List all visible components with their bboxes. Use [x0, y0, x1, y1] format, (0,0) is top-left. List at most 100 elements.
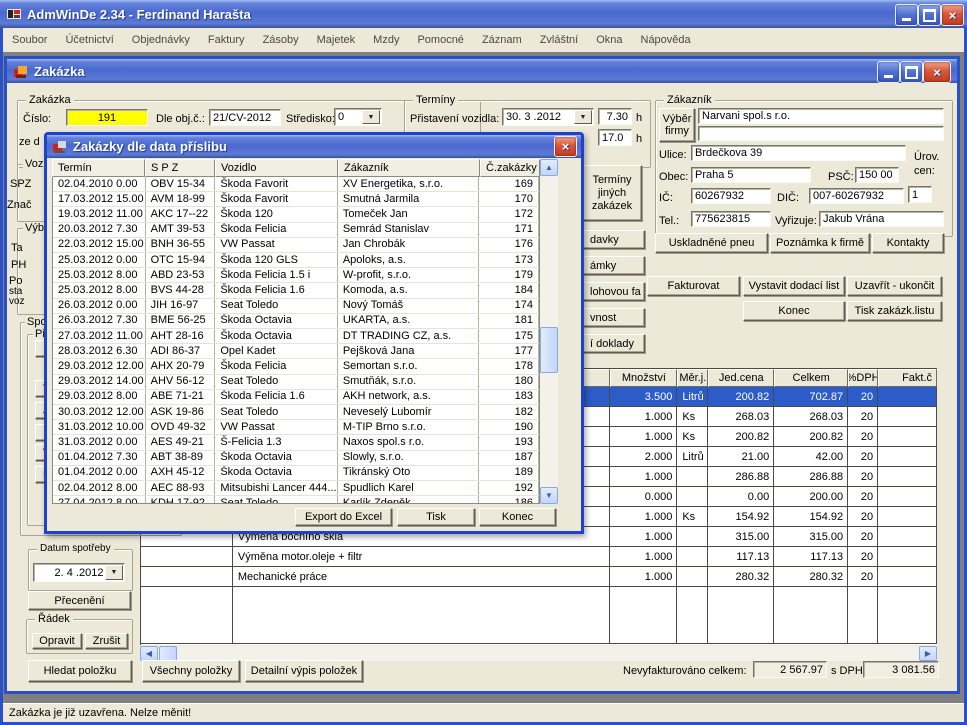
items-column-header[interactable]: Celkem [774, 369, 848, 387]
scroll-left-icon[interactable]: ◀ [140, 646, 158, 661]
child-maximize-button[interactable] [900, 61, 923, 83]
vyrizuje-field[interactable]: Jakub Vrána [819, 211, 944, 227]
maximize-button[interactable] [918, 4, 941, 26]
menu-item[interactable]: Majetek [308, 34, 365, 46]
menu-item[interactable]: Nápověda [632, 34, 700, 46]
items-column-header[interactable]: Fakt.č [878, 369, 937, 387]
dialog-table-row[interactable]: 02.04.2012 8.00AEC 88-93Mitsubishi Lance… [53, 481, 539, 496]
dialog-table-row[interactable]: 28.03.2012 6.30ADI 86-37Opel KadetPejško… [53, 344, 539, 359]
menu-item[interactable]: Účetnictví [56, 34, 122, 46]
poznamka-k-firme-button[interactable]: Poznámka k firmě [770, 233, 870, 253]
dialog-table-row[interactable]: 22.03.2012 15.00BNH 36-55VW PassatJan Ch… [53, 238, 539, 253]
time2-field[interactable]: 17.0 [598, 129, 632, 146]
dialog-table-row[interactable]: 29.03.2012 14.00AHV 56-12Seat ToledoSmut… [53, 375, 539, 390]
dialog-table-row[interactable]: 29.03.2012 8.00ABE 71-21Škoda Felicia 1.… [53, 390, 539, 405]
dialog-table-row[interactable]: 31.03.2012 10.00OVD 49-32VW PassatM-TIP … [53, 420, 539, 435]
dialog-column-header[interactable]: S P Z [145, 159, 215, 177]
stredisko-combo[interactable]: 0 ▼ [334, 108, 382, 126]
customer-name2-field[interactable] [698, 126, 944, 141]
cislo-field[interactable]: 191 [66, 109, 148, 126]
menu-item[interactable]: Soubor [3, 34, 56, 46]
items-column-header[interactable]: Jed.cena [708, 369, 774, 387]
dialog-table-row[interactable]: 01.04.2012 7.30ABT 38-89Škoda OctaviaSlo… [53, 451, 539, 466]
dialog-column-header[interactable]: Zákazník [338, 159, 480, 177]
kontakty-button[interactable]: Kontakty [872, 233, 944, 253]
chevron-down-icon[interactable]: ▼ [105, 565, 123, 580]
obec-field[interactable]: Praha 5 [691, 167, 811, 183]
chevron-down-icon[interactable]: ▼ [362, 110, 380, 124]
preceneni-button[interactable]: Přecenění [28, 591, 131, 610]
detailni-vypis-button[interactable]: Detailní výpis položek [245, 660, 363, 682]
dic-field[interactable]: 007-60267932 [809, 188, 904, 204]
urov-cen-field[interactable]: 1 [908, 186, 932, 203]
hscroll-thumb[interactable] [159, 646, 177, 661]
dialog-column-header[interactable]: Č.zakázky [480, 159, 540, 177]
ic-field[interactable]: 60267932 [691, 188, 771, 204]
uskladnene-pneu-button[interactable]: Uskladněné pneu [655, 233, 768, 253]
scroll-down-icon[interactable]: ▼ [540, 487, 558, 504]
terminy-jinych-zakazek-button[interactable]: Termíny jiných zakázek [582, 165, 642, 221]
scroll-right-icon[interactable]: ▶ [919, 646, 937, 661]
dialog-table-row[interactable]: 01.04.2012 0.00AXH 45-12Škoda OctaviaTik… [53, 466, 539, 481]
close-button[interactable]: × [941, 4, 964, 26]
dialog-table-row[interactable]: 31.03.2012 0.00AES 49-21Š-Felicia 1.3Nax… [53, 435, 539, 450]
dialog-tisk-button[interactable]: Tisk [397, 508, 475, 526]
fakturovat-button[interactable]: Fakturovat [647, 276, 740, 296]
opravit-button[interactable]: Opravit [32, 633, 82, 649]
dialog-table-row[interactable]: 25.03.2012 8.00ABD 23-53Škoda Felicia 1.… [53, 268, 539, 283]
dialog-column-header[interactable]: Vozidlo [215, 159, 338, 177]
ulice-field[interactable]: Brdečkova 39 [691, 145, 906, 161]
dle-obj-field[interactable]: 21/CV-2012 [209, 109, 281, 126]
items-hscrollbar[interactable]: ◀ ▶ [140, 646, 937, 661]
dialog-konec-button[interactable]: Konec [479, 508, 556, 526]
items-table-row[interactable]: Mechanické práce1.000280.32280.3220 [141, 567, 937, 587]
menu-item[interactable]: Okna [587, 34, 631, 46]
dialog-table-row[interactable]: 02.04.2010 0.00OBV 15-34Škoda FavoritXV … [53, 177, 539, 192]
vystavit-dodaci-list-button[interactable]: Vystavit dodací list [743, 276, 845, 296]
dialog-table-row[interactable]: 25.03.2012 0.00OTC 15-94Škoda 120 GLSApo… [53, 253, 539, 268]
menu-item[interactable]: Objednávky [123, 34, 199, 46]
scroll-up-icon[interactable]: ▲ [540, 159, 558, 176]
pristaveni-time-field[interactable]: 7.30 [598, 108, 632, 125]
menu-item[interactable]: Pomocné [408, 34, 472, 46]
menu-item[interactable]: Zásoby [254, 34, 308, 46]
uzavrit-ukoncit-button[interactable]: Uzavřít - ukončit [847, 276, 942, 296]
vscroll-thumb[interactable] [540, 327, 558, 373]
dialog-table-row[interactable]: 17.03.2012 15.00AVM 18-99Škoda FavoritSm… [53, 192, 539, 207]
items-column-header[interactable]: %DPH [848, 369, 878, 387]
customer-name-field[interactable]: Narvani spol.s r.o. [698, 108, 944, 124]
dialog-table-row[interactable]: 26.03.2012 7.30BME 56-25Škoda OctaviaUKA… [53, 314, 539, 329]
zrusit-button[interactable]: Zrušit [85, 633, 128, 649]
datum-spotreby-combo[interactable]: 2. 4 .2012 ▼ [33, 563, 125, 582]
psc-field[interactable]: 150 00 [855, 167, 899, 183]
konec-button[interactable]: Konec [743, 301, 845, 321]
minimize-button[interactable] [895, 4, 918, 26]
items-column-header[interactable]: Měr.j. [677, 369, 708, 387]
pristaveni-date-combo[interactable]: 30. 3 .2012 ▼ [502, 108, 594, 126]
items-table-row[interactable] [141, 587, 937, 644]
dialog-table-row[interactable]: 25.03.2012 8.00BVS 44-28Škoda Felicia 1.… [53, 283, 539, 298]
dialog-close-button[interactable]: × [554, 136, 577, 157]
menu-item[interactable]: Záznam [473, 34, 531, 46]
dialog-table-row[interactable]: 27.03.2012 11.00AHT 28-16Škoda OctaviaDT… [53, 329, 539, 344]
dialog-table-row[interactable]: 19.03.2012 11.00AKC 17--22Škoda 120Tomeč… [53, 207, 539, 222]
dialog-vscrollbar[interactable]: ▲ ▼ [540, 159, 558, 504]
menu-item[interactable]: Mzdy [364, 34, 408, 46]
menu-item[interactable]: Faktury [199, 34, 254, 46]
export-do-excel-button[interactable]: Export do Excel [295, 508, 392, 526]
child-close-button[interactable]: × [923, 61, 951, 83]
vyber-firmy-button[interactable]: Výběr firmy [659, 108, 695, 142]
dialog-table-row[interactable]: 30.03.2012 12.00ASK 19-86Seat ToledoNeve… [53, 405, 539, 420]
dialog-table-row[interactable]: 27.04.2012 8.00KDH 17-92Seat ToledoKarlí… [53, 496, 539, 504]
tisk-zakazk-listu-button[interactable]: Tisk zakázk.listu [847, 301, 942, 321]
chevron-down-icon[interactable]: ▼ [574, 110, 592, 124]
menu-item[interactable]: Zvláštní [531, 34, 588, 46]
items-table-row[interactable]: Výměna motor.oleje + filtr1.000117.13117… [141, 547, 937, 567]
dialog-table-row[interactable]: 20.03.2012 7.30AMT 39-53Škoda FeliciaSem… [53, 223, 539, 238]
dialog-column-header[interactable]: Termín [52, 159, 145, 177]
dialog-table-row[interactable]: 26.03.2012 0.00JIH 16-97Seat ToledoNový … [53, 299, 539, 314]
tel-field[interactable]: 775623815 [691, 211, 771, 227]
child-minimize-button[interactable] [877, 61, 900, 83]
hledat-polozku-button[interactable]: Hledat položku [28, 660, 132, 682]
vsechny-polozky-button[interactable]: Všechny položky [142, 660, 240, 682]
